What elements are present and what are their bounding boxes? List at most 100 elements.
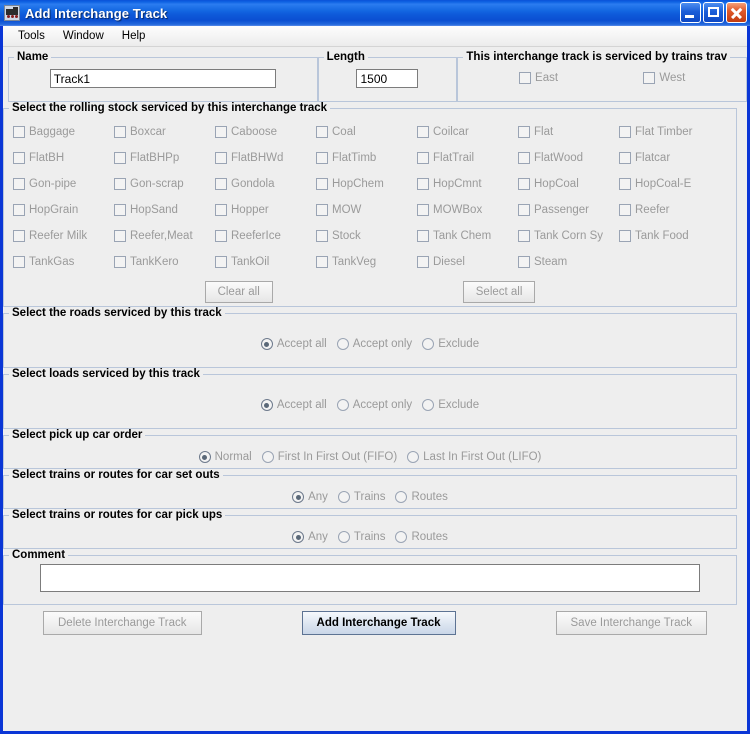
checkbox-gondola[interactable]: Gondola	[215, 171, 316, 197]
checkbox-passenger[interactable]: Passenger	[518, 197, 619, 223]
radio-first-in-first-out-fifo[interactable]: First In First Out (FIFO)	[262, 451, 397, 463]
checkbox-tank-food[interactable]: Tank Food	[619, 223, 720, 249]
checkbox-flat[interactable]: Flat	[518, 119, 619, 145]
radio-any[interactable]: Any	[292, 531, 328, 543]
checkbox-flatbhwd[interactable]: FlatBHWd	[215, 145, 316, 171]
checkbox-steam[interactable]: Steam	[518, 249, 619, 275]
checkbox-west[interactable]: West	[643, 72, 685, 84]
set-outs-legend: Select trains or routes for car set outs	[9, 469, 223, 481]
radio-accept-only[interactable]: Accept only	[337, 338, 412, 350]
comment-legend: Comment	[9, 549, 68, 561]
radio-exclude[interactable]: Exclude	[422, 338, 479, 350]
checkbox-tank-corn-sy[interactable]: Tank Corn Sy	[518, 223, 619, 249]
checkbox-icon	[619, 230, 631, 242]
checkbox-flatbh[interactable]: FlatBH	[13, 145, 114, 171]
checkbox-tankkero[interactable]: TankKero	[114, 249, 215, 275]
checkbox-label: Reefer,Meat	[130, 230, 193, 242]
checkbox-reefer-meat[interactable]: Reefer,Meat	[114, 223, 215, 249]
checkbox-hopcmnt[interactable]: HopCmnt	[417, 171, 518, 197]
close-button[interactable]	[726, 2, 747, 23]
radio-any[interactable]: Any	[292, 491, 328, 503]
radio-routes[interactable]: Routes	[395, 531, 447, 543]
checkbox-icon	[316, 178, 328, 190]
checkbox-tankveg[interactable]: TankVeg	[316, 249, 417, 275]
radio-label: Exclude	[438, 399, 479, 411]
radio-label: Routes	[411, 491, 447, 503]
checkbox-tankgas[interactable]: TankGas	[13, 249, 114, 275]
radio-trains[interactable]: Trains	[338, 531, 386, 543]
checkbox-tank-chem[interactable]: Tank Chem	[417, 223, 518, 249]
minimize-button[interactable]	[680, 2, 701, 23]
radio-routes[interactable]: Routes	[395, 491, 447, 503]
track-length-input[interactable]	[356, 69, 418, 88]
checkbox-gon-pipe[interactable]: Gon-pipe	[13, 171, 114, 197]
checkbox-hopper[interactable]: Hopper	[215, 197, 316, 223]
checkbox-baggage[interactable]: Baggage	[13, 119, 114, 145]
add-interchange-track-button[interactable]: Add Interchange Track	[302, 611, 456, 635]
checkbox-icon	[114, 230, 126, 242]
radio-trains[interactable]: Trains	[338, 491, 386, 503]
checkbox-boxcar[interactable]: Boxcar	[114, 119, 215, 145]
menu-tools[interactable]: Tools	[9, 28, 54, 44]
checkbox-stock[interactable]: Stock	[316, 223, 417, 249]
checkbox-icon	[316, 230, 328, 242]
checkbox-flat-timber[interactable]: Flat Timber	[619, 119, 720, 145]
checkbox-label: Steam	[534, 256, 567, 268]
checkbox-reeferice[interactable]: ReeferIce	[215, 223, 316, 249]
checkbox-icon	[417, 256, 429, 268]
checkbox-flatbhpp[interactable]: FlatBHPp	[114, 145, 215, 171]
comment-input[interactable]	[40, 564, 700, 592]
menu-window[interactable]: Window	[54, 28, 113, 44]
select-all-button[interactable]: Select all	[463, 281, 536, 303]
checkbox-east[interactable]: East	[519, 72, 558, 84]
checkbox-flatwood[interactable]: FlatWood	[518, 145, 619, 171]
checkbox-label: FlatWood	[534, 152, 583, 164]
checkbox-mow[interactable]: MOW	[316, 197, 417, 223]
radio-label: Any	[308, 531, 328, 543]
checkbox-flattimb[interactable]: FlatTimb	[316, 145, 417, 171]
checkbox-flatcar[interactable]: Flatcar	[619, 145, 720, 171]
checkbox-hopgrain[interactable]: HopGrain	[13, 197, 114, 223]
checkbox-gon-scrap[interactable]: Gon-scrap	[114, 171, 215, 197]
set-outs-panel: Select trains or routes for car set outs…	[3, 469, 737, 509]
radio-accept-all[interactable]: Accept all	[261, 338, 327, 350]
menu-help[interactable]: Help	[113, 28, 155, 44]
checkbox-icon	[13, 204, 25, 216]
radio-label: Exclude	[438, 338, 479, 350]
checkbox-tankoil[interactable]: TankOil	[215, 249, 316, 275]
checkbox-hopchem[interactable]: HopChem	[316, 171, 417, 197]
track-name-input[interactable]	[50, 69, 276, 88]
radio-accept-only[interactable]: Accept only	[337, 399, 412, 411]
rolling-stock-legend: Select the rolling stock serviced by thi…	[9, 102, 330, 114]
radio-normal[interactable]: Normal	[199, 451, 252, 463]
rolling-stock-panel: Select the rolling stock serviced by thi…	[3, 102, 737, 307]
radio-accept-all[interactable]: Accept all	[261, 399, 327, 411]
radio-icon	[262, 451, 274, 463]
checkbox-hopcoal-e[interactable]: HopCoal-E	[619, 171, 720, 197]
clear-all-button[interactable]: Clear all	[205, 281, 273, 303]
radio-exclude[interactable]: Exclude	[422, 399, 479, 411]
checkbox-label: ReeferIce	[231, 230, 281, 242]
checkbox-caboose[interactable]: Caboose	[215, 119, 316, 145]
roads-panel: Select the roads serviced by this track …	[3, 307, 737, 368]
delete-interchange-track-button[interactable]: Delete Interchange Track	[43, 611, 202, 635]
checkbox-reefer-milk[interactable]: Reefer Milk	[13, 223, 114, 249]
checkbox-label: Reefer	[635, 204, 670, 216]
checkbox-icon	[519, 72, 531, 84]
checkbox-coilcar[interactable]: Coilcar	[417, 119, 518, 145]
save-interchange-track-button[interactable]: Save Interchange Track	[556, 611, 707, 635]
checkbox-label: Coal	[332, 126, 356, 138]
checkbox-reefer[interactable]: Reefer	[619, 197, 720, 223]
checkbox-mowbox[interactable]: MOWBox	[417, 197, 518, 223]
maximize-button[interactable]	[703, 2, 724, 23]
checkbox-hopcoal[interactable]: HopCoal	[518, 171, 619, 197]
pickup-order-options: Normal First In First Out (FIFO) Last In F…	[4, 451, 736, 463]
checkbox-flattrail[interactable]: FlatTrail	[417, 145, 518, 171]
radio-last-in-first-out-lifo[interactable]: Last In First Out (LIFO)	[407, 451, 541, 463]
checkbox-label: Gon-scrap	[130, 178, 184, 190]
checkbox-label: FlatBHPp	[130, 152, 179, 164]
checkbox-diesel[interactable]: Diesel	[417, 249, 518, 275]
checkbox-label: Boxcar	[130, 126, 166, 138]
checkbox-coal[interactable]: Coal	[316, 119, 417, 145]
checkbox-hopsand[interactable]: HopSand	[114, 197, 215, 223]
